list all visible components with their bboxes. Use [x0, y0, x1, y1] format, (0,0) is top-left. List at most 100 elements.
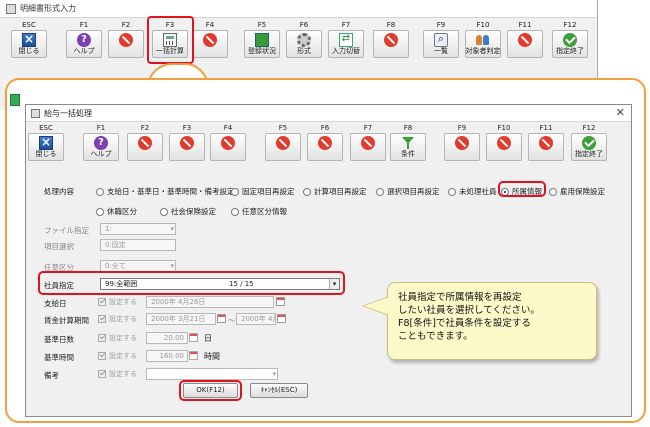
calendar-icon[interactable] — [217, 314, 226, 323]
bg-f7-button[interactable]: F7 入力切替 — [327, 21, 365, 58]
dialog-f11-button[interactable]: F11 — [527, 124, 565, 161]
item-select-label: 項目選択 — [44, 242, 74, 251]
radio-label: 計算項目再設定 — [314, 187, 367, 196]
disabled-icon — [221, 136, 235, 150]
dialog-f12-button[interactable]: F12 指定終了 — [570, 124, 608, 161]
radio-dot-icon[interactable] — [96, 187, 104, 196]
toolbar-button-label: 条件 — [401, 150, 415, 158]
radio-dot-icon[interactable] — [303, 187, 311, 196]
process-option-radio[interactable]: 固定項目再設定 — [231, 186, 295, 197]
base-hours-checkbox[interactable]: 設定する — [98, 351, 137, 361]
radio-dot-icon[interactable] — [231, 207, 239, 216]
bg-f1-button[interactable]: F1? ヘルプ — [65, 21, 103, 58]
radio-dot-icon[interactable] — [448, 187, 456, 196]
calc-period-to-field[interactable]: 2000年 4月20日 — [236, 313, 276, 325]
dialog-f7-button[interactable]: F7 — [349, 124, 387, 161]
toolbar-button-label: 対象者判定 — [465, 47, 501, 55]
dialog-f5-button[interactable]: F5 — [264, 124, 302, 161]
app-icon — [6, 3, 16, 14]
toolbar-button-label: 指定終了 — [556, 47, 584, 55]
dialog-f10-button[interactable]: F10 — [485, 124, 523, 161]
radio-dot-icon[interactable] — [376, 187, 384, 196]
spinner-icon[interactable] — [189, 351, 198, 360]
process-option-radio[interactable]: 支給日・基準日・基準時間・備考設定 — [96, 186, 235, 197]
disabled-icon — [539, 136, 553, 150]
radio-dot-icon[interactable] — [160, 207, 168, 216]
function-key-label: F5 — [257, 21, 267, 29]
bubble-line-1: 社員指定で所属情報を再設定 — [398, 292, 522, 303]
dialog-close-icon[interactable]: ✕ — [616, 106, 625, 119]
bg-f5-button[interactable]: F5 登録状況 — [243, 21, 281, 58]
bg-esc-button[interactable]: ESC 閉じる — [10, 21, 48, 58]
disabled-icon — [518, 33, 532, 47]
calc-period-from-field[interactable]: 2000年 3月21日 — [146, 313, 216, 325]
payday-check-label: 設定する — [109, 298, 137, 306]
dialog-f6-button[interactable]: F6 — [306, 124, 344, 161]
function-key-label: F9 — [457, 124, 467, 132]
bg-f10-button[interactable]: F10 対象者判定 — [464, 21, 502, 58]
bg-f8-button[interactable]: F8 — [372, 21, 410, 58]
radio-dot-icon[interactable] — [96, 207, 104, 216]
disabled-icon — [497, 136, 511, 150]
bubble-line-4: こともできます。 — [398, 331, 473, 342]
dialog-f3-button[interactable]: F3 — [168, 124, 206, 161]
function-key-label: F8 — [386, 21, 396, 29]
payday-field[interactable]: 2000年 4月26日 — [146, 296, 274, 308]
dialog-f2-button[interactable]: F2 — [126, 124, 164, 161]
process-option-radio[interactable]: 休職区分 — [96, 206, 137, 217]
chevron-down-icon[interactable]: ▾ — [329, 279, 339, 289]
toolbar-button-label: 指定終了 — [575, 150, 603, 158]
toolbar-button-label: 入力切替 — [332, 47, 360, 55]
process-option-radio[interactable]: 社会保険設定 — [160, 206, 216, 217]
file-spec-dropdown[interactable]: 1: — [100, 223, 176, 235]
base-days-label: 基準日数 — [44, 335, 74, 344]
dialog-f9-button[interactable]: F9 — [443, 124, 481, 161]
close-icon — [39, 135, 53, 150]
radio-label: 休職区分 — [107, 207, 137, 216]
calc-period-label: 賃金計算期間 — [44, 316, 89, 325]
function-key-label: F5 — [278, 124, 288, 132]
process-option-radio[interactable]: 選択項目再設定 — [376, 186, 440, 197]
process-option-radio[interactable]: 計算項目再設定 — [303, 186, 367, 197]
dialog-esc-button[interactable]: ESC 閉じる — [27, 124, 65, 161]
calendar-icon[interactable] — [276, 297, 285, 306]
help-icon: ? — [77, 33, 91, 47]
base-days-checkbox[interactable]: 設定する — [98, 333, 137, 343]
toolbar-button-label: 登録状況 — [248, 47, 276, 55]
payday-checkbox[interactable]: 設定する — [98, 297, 137, 307]
function-key-label: F4 — [223, 124, 233, 132]
process-option-radio[interactable]: 未処理社員 — [448, 186, 497, 197]
function-key-label: F8 — [403, 124, 413, 132]
base-hours-field[interactable]: 160.00 — [146, 350, 188, 362]
disabled-icon — [138, 136, 152, 150]
remarks-dropdown[interactable] — [146, 368, 278, 380]
bg-f9-button[interactable]: F9 一覧 — [422, 21, 460, 58]
radio-dot-icon[interactable] — [549, 187, 557, 196]
dialog-f8-button[interactable]: F8 条件 — [389, 124, 427, 161]
calc-period-separator: ～ — [228, 316, 236, 325]
calendar-icon[interactable] — [277, 314, 286, 323]
bg-f4-button[interactable]: F4 — [191, 21, 229, 58]
instruction-bubble: 社員指定で所属情報を再設定 したい社員を選択してください。 F8[条件]で社員条… — [387, 282, 597, 360]
bg-f6-button[interactable]: F6 形式 — [285, 21, 323, 58]
f3-highlight-box — [147, 16, 194, 64]
process-option-radio[interactable]: 任意区分情報 — [231, 206, 287, 217]
employee-spec-dropdown[interactable]: 99:全範囲 15 / 15 ▾ — [100, 278, 340, 290]
bg-f2-button[interactable]: F2 — [107, 21, 145, 58]
calc-period-checkbox[interactable]: 設定する — [98, 314, 137, 324]
base-days-field[interactable]: 20.00 — [146, 332, 188, 344]
close-icon — [22, 32, 36, 47]
dialog-f4-button[interactable]: F4 — [209, 124, 247, 161]
item-select-field[interactable]: 0:固定 — [100, 239, 176, 251]
process-option-radio[interactable]: 雇用保険設定 — [549, 186, 605, 197]
ok-button[interactable]: OK(F12) — [183, 383, 238, 398]
dialog-f1-button[interactable]: F1? ヘルプ — [82, 124, 120, 161]
spinner-icon[interactable] — [189, 333, 198, 342]
remarks-check-label: 設定する — [109, 370, 137, 378]
cancel-button[interactable]: ｷｬﾝｾﾙ(ESC) — [250, 383, 308, 398]
radio-dot-icon[interactable] — [231, 187, 239, 196]
list-icon — [434, 32, 448, 47]
bg-f11-button[interactable]: F11 — [506, 21, 544, 58]
remarks-checkbox[interactable]: 設定する — [98, 369, 137, 379]
bg-f12-button[interactable]: F12 指定終了 — [551, 21, 589, 58]
